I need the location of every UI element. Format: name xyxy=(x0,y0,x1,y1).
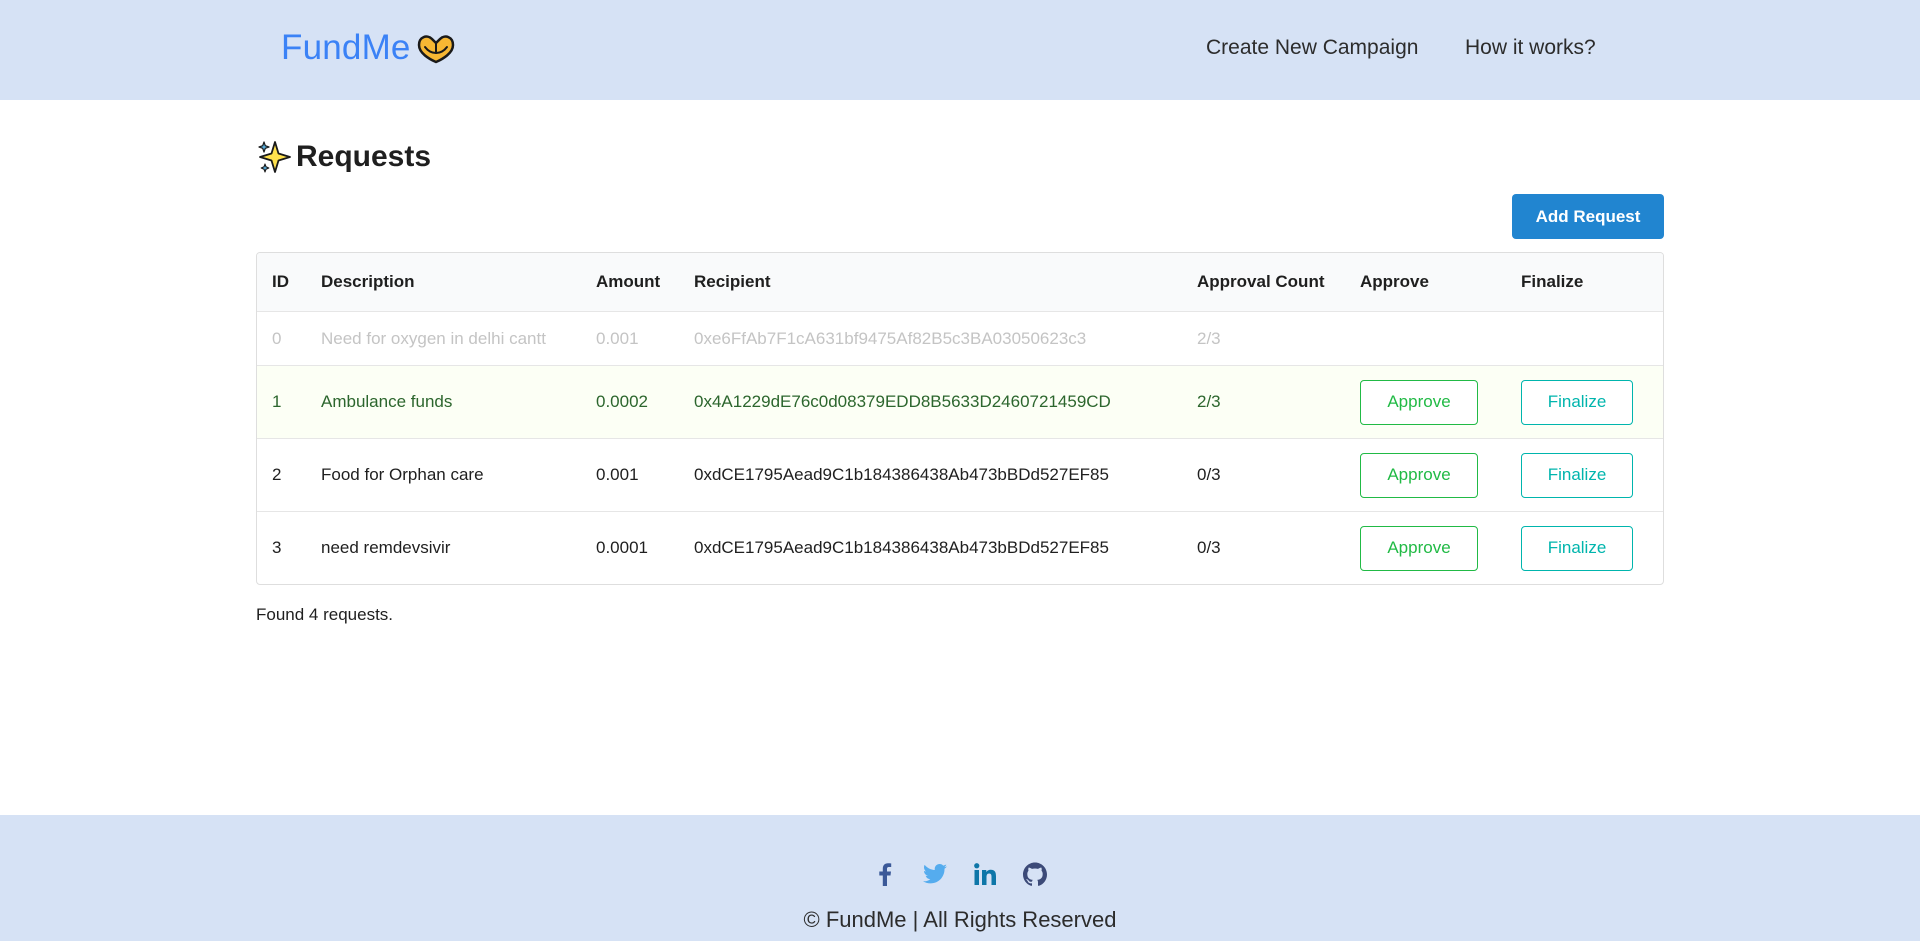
cell-recipient: 0x4A1229dE76c0d08379EDD8B5633D2460721459… xyxy=(694,392,1111,411)
page-title: Requests xyxy=(256,138,431,176)
approve-button[interactable]: Approve xyxy=(1360,452,1478,498)
cell-recipient: 0xdCE1795Aead9C1b184386438Ab473bBDd527EF… xyxy=(694,465,1109,484)
sparkles-icon xyxy=(256,138,294,176)
cell-amount: 0.0002 xyxy=(596,392,648,411)
table-row: 2 Food for Orphan care 0.001 0xdCE1795Ae… xyxy=(257,438,1663,511)
cell-description: need remdevsivir xyxy=(321,538,451,557)
table-row: 1 Ambulance funds 0.0002 0x4A1229dE76c0d… xyxy=(257,365,1663,438)
cell-recipient: 0xe6FfAb7F1cA631bf9475Af82B5c3BA03050623… xyxy=(694,328,1087,348)
cell-approve: Approve xyxy=(1360,512,1478,584)
approve-button[interactable]: Approve xyxy=(1360,525,1478,571)
finalize-button[interactable]: Finalize xyxy=(1521,452,1633,498)
table-header-row: ID Description Amount Recipient Approval… xyxy=(257,253,1663,311)
site-footer: © FundMe | All Rights Reserved xyxy=(0,815,1920,941)
table-row: 0 Need for oxygen in delhi cantt 0.001 0… xyxy=(257,311,1663,365)
cell-id: 3 xyxy=(272,538,282,557)
cell-id: 0 xyxy=(272,328,282,348)
results-count: Found 4 requests. xyxy=(256,605,394,624)
cell-approve: Approve xyxy=(1360,439,1478,511)
cell-finalize: Finalize xyxy=(1521,439,1633,511)
cell-description: Food for Orphan care xyxy=(321,465,484,484)
header-approve: Approve xyxy=(1360,272,1429,291)
table-row: 3 need remdevsivir 0.0001 0xdCE1795Aead9… xyxy=(257,511,1663,584)
cell-recipient: 0xdCE1795Aead9C1b184386438Ab473bBDd527EF… xyxy=(694,538,1109,557)
cell-description: Ambulance funds xyxy=(321,392,453,411)
social-links xyxy=(0,860,1920,888)
cell-finalize: Finalize xyxy=(1521,512,1633,584)
cell-approval-count: 0/3 xyxy=(1197,538,1221,557)
cell-approve: Approve xyxy=(1360,366,1478,438)
cell-approval-count: 0/3 xyxy=(1197,465,1221,484)
header-description: Description xyxy=(321,272,415,291)
cell-finalize: Finalize xyxy=(1521,366,1633,438)
header-amount: Amount xyxy=(596,272,661,291)
header-finalize: Finalize xyxy=(1521,272,1584,291)
nav-create-campaign[interactable]: Create New Campaign xyxy=(1206,36,1418,60)
github-icon[interactable] xyxy=(1021,860,1049,888)
header-id: ID xyxy=(272,272,289,291)
header-recipient: Recipient xyxy=(694,272,771,291)
cell-approval-count: 2/3 xyxy=(1197,328,1221,348)
logo-text: FundMe xyxy=(281,28,411,67)
approve-button[interactable]: Approve xyxy=(1360,379,1478,425)
site-header: FundMe Create New Campaign How it works? xyxy=(0,0,1920,100)
heart-hands-icon xyxy=(415,31,457,65)
copyright-text: © FundMe | All Rights Reserved xyxy=(803,907,1117,932)
nav-how-it-works[interactable]: How it works? xyxy=(1465,36,1596,60)
cell-approval-count: 2/3 xyxy=(1197,392,1221,411)
twitter-icon[interactable] xyxy=(921,860,949,888)
cell-id: 2 xyxy=(272,465,282,484)
finalize-button[interactable]: Finalize xyxy=(1521,525,1633,571)
cell-amount: 0.0001 xyxy=(596,538,648,557)
requests-table: ID Description Amount Recipient Approval… xyxy=(256,252,1664,585)
header-approval-count: Approval Count xyxy=(1197,272,1325,291)
cell-description: Need for oxygen in delhi cantt xyxy=(321,328,546,348)
facebook-icon[interactable] xyxy=(871,860,899,888)
page-heading: Requests xyxy=(296,140,432,173)
add-request-button[interactable]: Add Request xyxy=(1512,194,1664,239)
cell-amount: 0.001 xyxy=(596,328,639,348)
cell-id: 1 xyxy=(272,392,282,411)
cell-amount: 0.001 xyxy=(596,465,639,484)
finalize-button[interactable]: Finalize xyxy=(1521,379,1633,425)
linkedin-icon[interactable] xyxy=(971,860,999,888)
logo-link[interactable]: FundMe xyxy=(281,28,457,68)
